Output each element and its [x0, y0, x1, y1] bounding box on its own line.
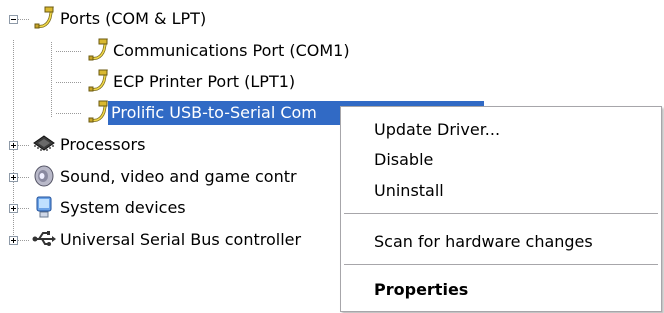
tree-line — [18, 208, 30, 209]
menu-separator — [344, 264, 658, 265]
menu-item-uninstall[interactable]: Uninstall — [342, 176, 660, 206]
port-connector-icon — [88, 100, 108, 123]
processor-chip-icon — [33, 135, 55, 151]
tree-node-sound-video-game[interactable]: Sound, video and game contr — [57, 165, 300, 189]
tree-node-usb-controllers[interactable]: Universal Serial Bus controller — [57, 228, 304, 252]
collapse-toggle-ports[interactable] — [9, 15, 18, 24]
expand-toggle-system-devices[interactable] — [9, 204, 18, 213]
tree-line — [18, 19, 30, 20]
expand-toggle-sound[interactable] — [9, 173, 18, 182]
menu-item-disable[interactable]: Disable — [342, 145, 660, 175]
tree-node-lpt1[interactable]: ECP Printer Port (LPT1) — [110, 70, 298, 94]
tree-node-system-devices[interactable]: System devices — [57, 196, 189, 220]
context-menu: Update Driver... Disable Uninstall Scan … — [340, 106, 662, 312]
tree-line — [51, 42, 52, 118]
port-connector-icon — [34, 6, 54, 29]
tree-line — [18, 240, 30, 241]
expand-toggle-processors[interactable] — [9, 141, 18, 150]
tree-node-processors[interactable]: Processors — [57, 133, 148, 157]
menu-item-update-driver[interactable]: Update Driver... — [342, 115, 660, 145]
expand-toggle-usb-controllers[interactable] — [9, 236, 18, 245]
computer-icon — [36, 196, 52, 218]
menu-item-properties[interactable]: Properties — [342, 275, 660, 305]
tree-line — [18, 145, 30, 146]
menu-item-scan-hardware-changes[interactable]: Scan for hardware changes — [342, 227, 660, 257]
usb-icon — [32, 231, 56, 246]
tree-node-com1[interactable]: Communications Port (COM1) — [110, 39, 353, 63]
tree-node-ports[interactable]: Ports (COM & LPT) — [57, 7, 209, 31]
port-connector-icon — [88, 38, 108, 61]
port-connector-icon — [88, 69, 108, 92]
tree-line — [56, 51, 82, 52]
menu-separator — [344, 213, 658, 214]
tree-line — [56, 82, 82, 83]
tree-line — [18, 177, 30, 178]
tree-line — [56, 113, 82, 114]
speaker-icon — [34, 165, 54, 187]
